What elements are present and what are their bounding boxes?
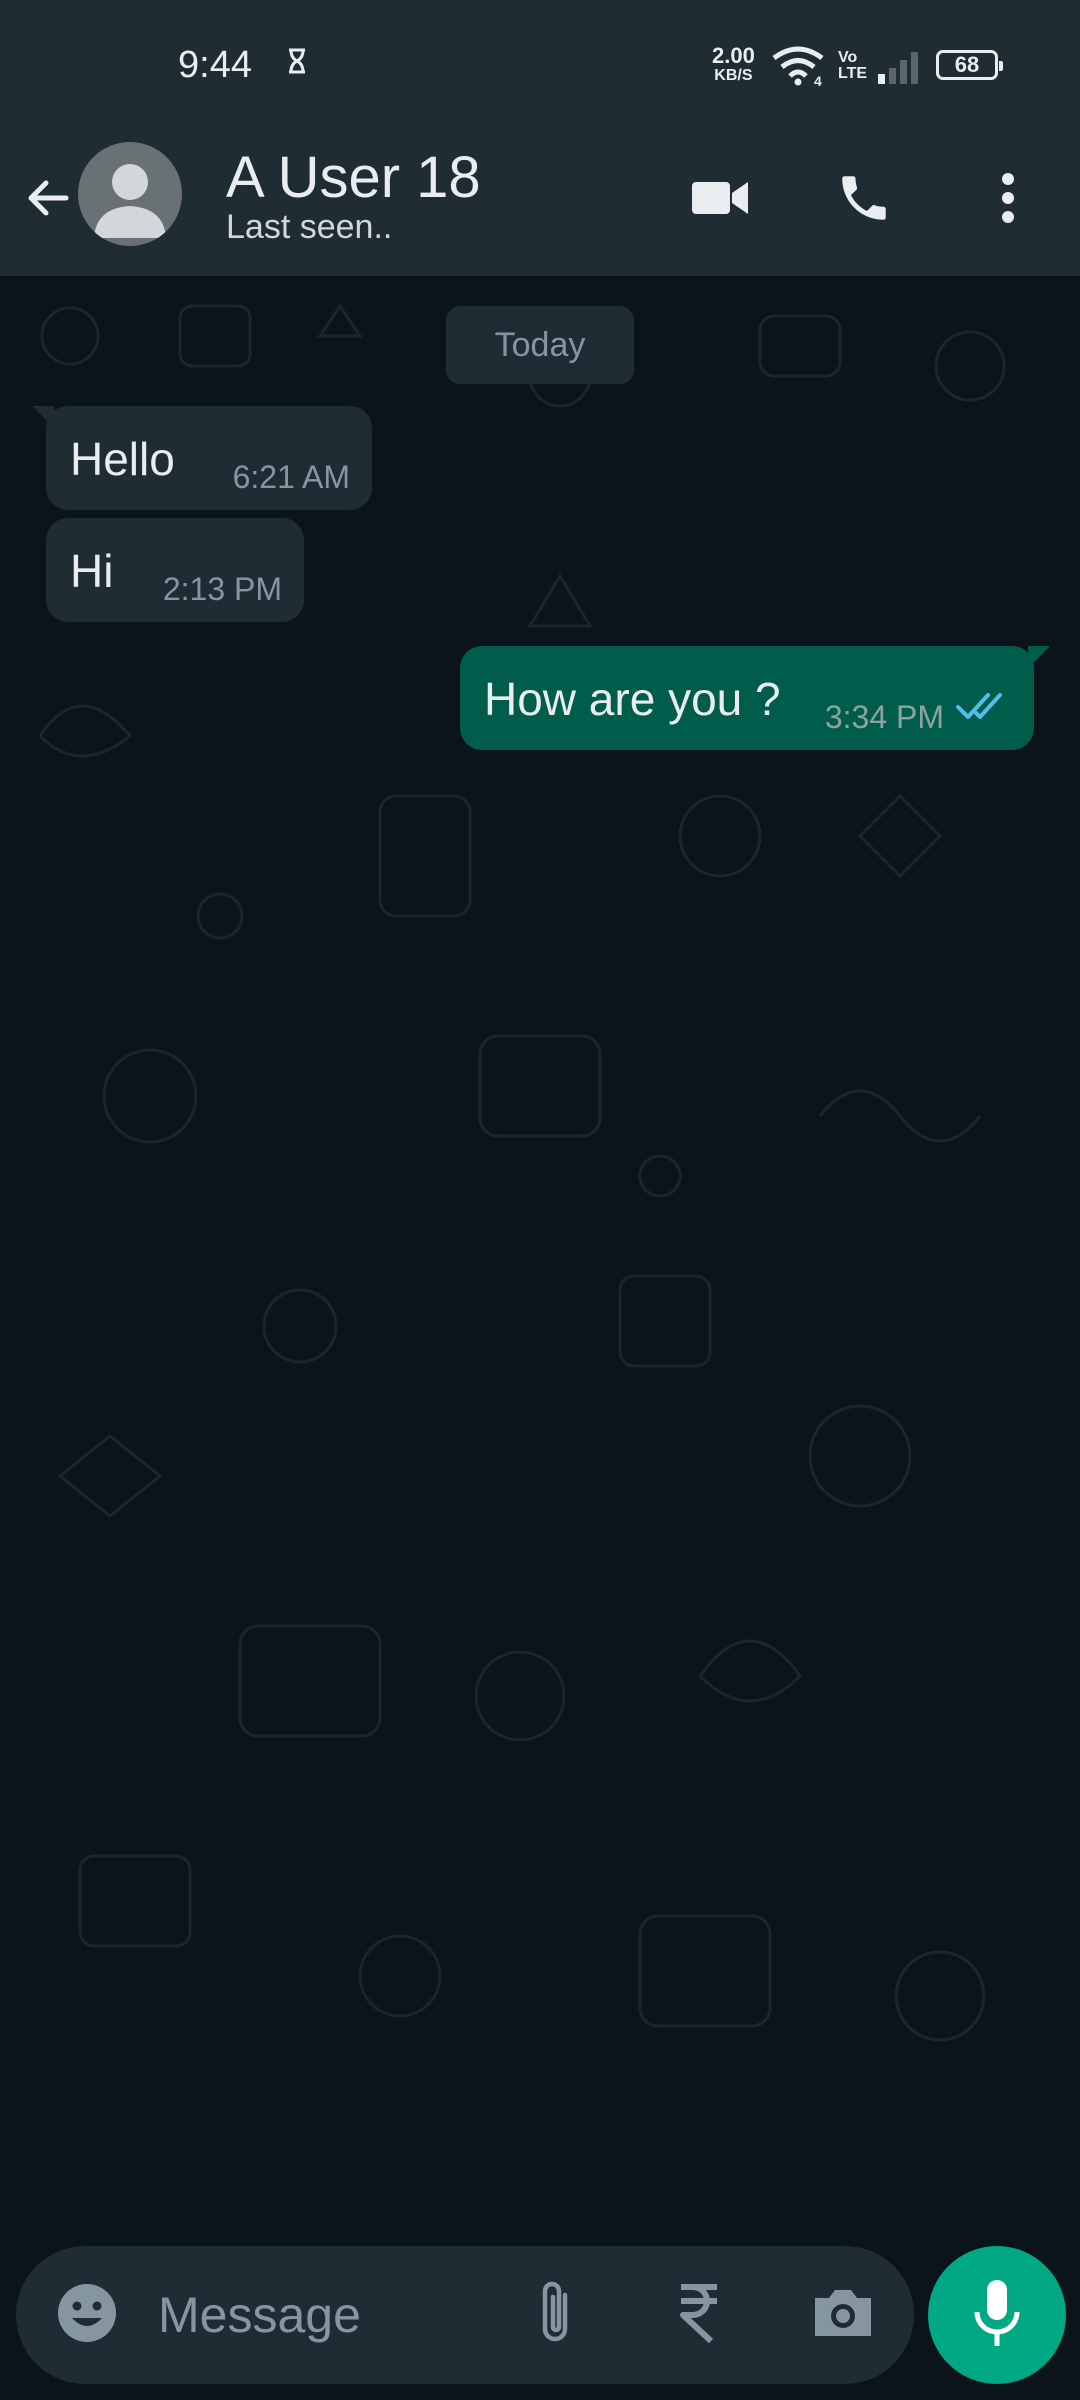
camera-icon xyxy=(811,2286,875,2345)
rupee-icon xyxy=(677,2283,721,2348)
video-call-icon xyxy=(690,178,750,223)
volte-indicator: Vo LTE xyxy=(838,49,868,82)
payment-button[interactable] xyxy=(664,2280,734,2350)
message-time: 2:13 PM xyxy=(162,571,282,607)
signal-icon xyxy=(876,50,922,89)
message-time: 3:34 PM xyxy=(824,699,944,735)
attach-button[interactable] xyxy=(520,2280,590,2350)
camera-button[interactable] xyxy=(808,2280,878,2350)
network-speed: 2.00 KB/S xyxy=(712,43,755,85)
contact-avatar[interactable] xyxy=(78,142,182,246)
more-options-icon xyxy=(1000,172,1016,229)
bubble-tail xyxy=(32,406,54,428)
message-bubble-incoming[interactable]: Hello 6:21 AM xyxy=(32,406,372,510)
status-bar: 9:44 2.00 KB/S 4 Vo LTE 68 xyxy=(0,0,1080,134)
chat-area[interactable]: Today Hello 6:21 AM Hi 2:13 PM How are y… xyxy=(0,276,1080,2236)
mic-icon xyxy=(973,2278,1021,2353)
attach-icon xyxy=(533,2279,577,2352)
back-button[interactable] xyxy=(20,164,76,236)
message-time: 6:21 AM xyxy=(232,459,350,495)
bubble-tail xyxy=(1028,646,1050,668)
back-arrow-icon xyxy=(24,174,72,227)
status-time: 9:44 xyxy=(178,44,252,86)
emoji-button[interactable] xyxy=(52,2280,122,2350)
double-check-icon xyxy=(956,691,1010,726)
contact-name[interactable]: A User 18 xyxy=(226,144,481,211)
wifi-icon: 4 xyxy=(772,46,824,91)
more-options-button[interactable] xyxy=(968,160,1048,240)
message-composer xyxy=(16,2246,914,2384)
voice-call-icon xyxy=(835,169,893,232)
contact-last-seen: Last seen.. xyxy=(226,208,393,246)
message-text: How are you ? xyxy=(484,673,781,725)
chat-header: A User 18 Last seen.. xyxy=(0,134,1080,276)
message-text: Hello xyxy=(70,433,175,485)
video-call-button[interactable] xyxy=(680,160,760,240)
voice-message-button[interactable] xyxy=(928,2246,1066,2384)
date-divider: Today xyxy=(446,306,634,384)
emoji-icon xyxy=(56,2282,118,2349)
battery-indicator: 68 xyxy=(936,50,1003,80)
message-text: Hi xyxy=(70,545,114,597)
svg-text:4: 4 xyxy=(814,73,822,86)
message-input[interactable] xyxy=(158,2282,498,2348)
message-bubble-incoming[interactable]: Hi 2:13 PM xyxy=(46,518,304,622)
notification-icon xyxy=(284,46,310,81)
voice-call-button[interactable] xyxy=(824,160,904,240)
message-bubble-outgoing[interactable]: How are you ? 3:34 PM xyxy=(460,646,1050,750)
